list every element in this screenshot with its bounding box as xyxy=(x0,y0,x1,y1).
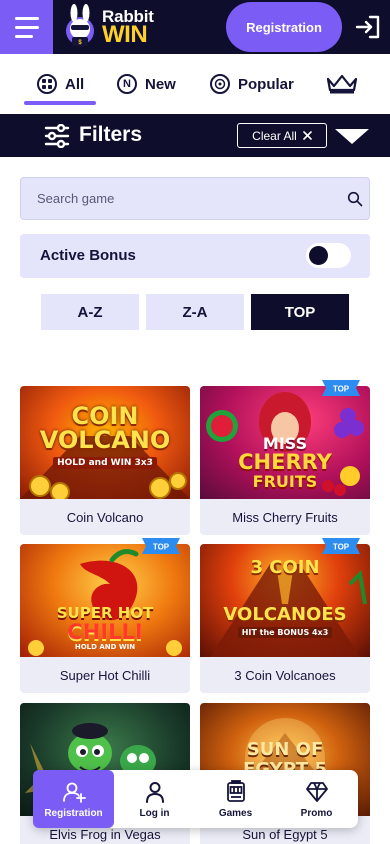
filters-bar[interactable]: Filters Clear All xyxy=(0,114,390,157)
registration-button[interactable]: Registration xyxy=(226,2,342,52)
user-icon xyxy=(145,781,164,803)
svg-text:TOP: TOP xyxy=(333,385,350,394)
nav-promo[interactable]: Promo xyxy=(276,770,357,828)
top-badge: TOP xyxy=(142,538,180,554)
sort-top-button[interactable]: TOP xyxy=(251,294,349,330)
rabbit-logo-icon: $ xyxy=(66,4,94,46)
logo-text-line2: WIN xyxy=(102,20,148,48)
top-badge: TOP xyxy=(322,380,360,396)
new-badge-icon: N xyxy=(117,74,137,94)
tab-label: All xyxy=(65,75,85,93)
game-card-3-coin-volcanoes[interactable]: 3 COIN VOLCANOES HIT the BONUS 4x3 TOP 3… xyxy=(200,538,370,693)
close-icon xyxy=(303,131,312,140)
art-title-line1: 3 COIN xyxy=(250,557,320,578)
search-icon[interactable] xyxy=(347,191,363,207)
tab-all[interactable]: All xyxy=(37,54,84,114)
game-name: 3 Coin Volcanoes xyxy=(234,667,336,683)
tab-popular[interactable]: Popular xyxy=(210,54,294,114)
search-input[interactable] xyxy=(37,178,327,219)
sort-za-button[interactable]: Z-A xyxy=(146,294,244,330)
category-tabs: All N New Popular xyxy=(0,54,390,114)
game-name: Miss Cherry Fruits xyxy=(232,509,338,525)
toggle-knob xyxy=(309,246,328,265)
clear-all-label: Clear All xyxy=(252,128,297,143)
nav-label: Promo xyxy=(300,807,333,819)
filters-title: Filters xyxy=(79,123,143,146)
app-root: $ Rabbit WIN Registration All N New Popu… xyxy=(0,0,390,844)
game-name: Coin Volcano xyxy=(66,509,144,525)
login-arrow-icon[interactable] xyxy=(354,13,382,41)
game-thumbnail: 3 COIN VOLCANOES HIT the BONUS 4x3 xyxy=(200,544,370,657)
nav-label: Registration xyxy=(44,807,103,819)
sliders-icon xyxy=(44,124,70,148)
game-name: Super Hot Chilli xyxy=(59,667,151,683)
art-subtitle: FRUITS xyxy=(252,472,318,491)
sort-az-button[interactable]: A-Z xyxy=(41,294,139,330)
art-subtitle: HOLD AND WIN xyxy=(74,643,136,651)
crown-icon xyxy=(326,74,358,94)
art-title-line2: VOLCANOES xyxy=(223,604,347,625)
art-subtitle: HIT the BONUS 4x3 xyxy=(200,627,370,638)
art-title-line2: VOLCANO xyxy=(39,426,171,454)
clear-all-button[interactable]: Clear All xyxy=(237,123,327,148)
nav-registration[interactable]: Registration xyxy=(33,770,114,828)
active-bonus-toggle[interactable] xyxy=(306,243,351,268)
grid-icon xyxy=(37,74,57,94)
top-header: $ Rabbit WIN Registration xyxy=(0,0,390,54)
art-subtitle: HOLD and WIN 3x3 xyxy=(20,457,190,469)
top-badge: TOP xyxy=(322,538,360,554)
logo[interactable]: $ Rabbit WIN xyxy=(58,4,154,50)
svg-text:TOP: TOP xyxy=(153,543,170,552)
diamond-icon xyxy=(305,781,328,802)
search-box xyxy=(20,177,370,220)
bottom-nav: Registration Log in Games Promo xyxy=(33,770,358,828)
slot-machine-icon xyxy=(226,779,245,802)
hamburger-icon xyxy=(14,16,39,20)
nav-games[interactable]: Games xyxy=(195,770,276,828)
svg-text:TOP: TOP xyxy=(333,543,350,552)
active-bonus-row: Active Bonus xyxy=(20,234,370,278)
art-title-line1: SUN OF xyxy=(246,739,324,760)
tab-label: New xyxy=(145,75,176,93)
art-title-line2: CHILLI xyxy=(67,620,143,644)
tab-label: Popular xyxy=(238,75,294,93)
add-user-icon xyxy=(62,782,86,803)
menu-button[interactable] xyxy=(0,0,53,54)
game-thumbnail: SUPER HOT CHILLI HOLD AND WIN xyxy=(20,544,190,657)
nav-label: Games xyxy=(218,807,253,819)
nav-label: Log in xyxy=(139,807,170,819)
nav-login[interactable]: Log in xyxy=(114,770,195,828)
chevron-down-icon[interactable] xyxy=(334,126,370,146)
active-bonus-label: Active Bonus xyxy=(40,247,136,264)
game-card-super-hot-chilli[interactable]: SUPER HOT CHILLI HOLD AND WIN TOP Super … xyxy=(20,538,190,693)
active-tab-indicator xyxy=(24,101,96,105)
roulette-icon xyxy=(210,74,230,94)
tab-new[interactable]: N New xyxy=(117,54,176,114)
tab-vip[interactable] xyxy=(325,54,359,114)
game-thumbnail: MISS CHERRY FRUITS xyxy=(200,386,370,499)
game-thumbnail: COIN VOLCANO HOLD and WIN 3x3 xyxy=(20,386,190,499)
game-card-miss-cherry-fruits[interactable]: MISS CHERRY FRUITS TOP Miss Cherry Fruit… xyxy=(200,380,370,535)
art-title-line2: CHERRY xyxy=(238,450,332,474)
game-card-coin-volcano[interactable]: COIN VOLCANO HOLD and WIN 3x3 Coin Volca… xyxy=(20,386,190,535)
